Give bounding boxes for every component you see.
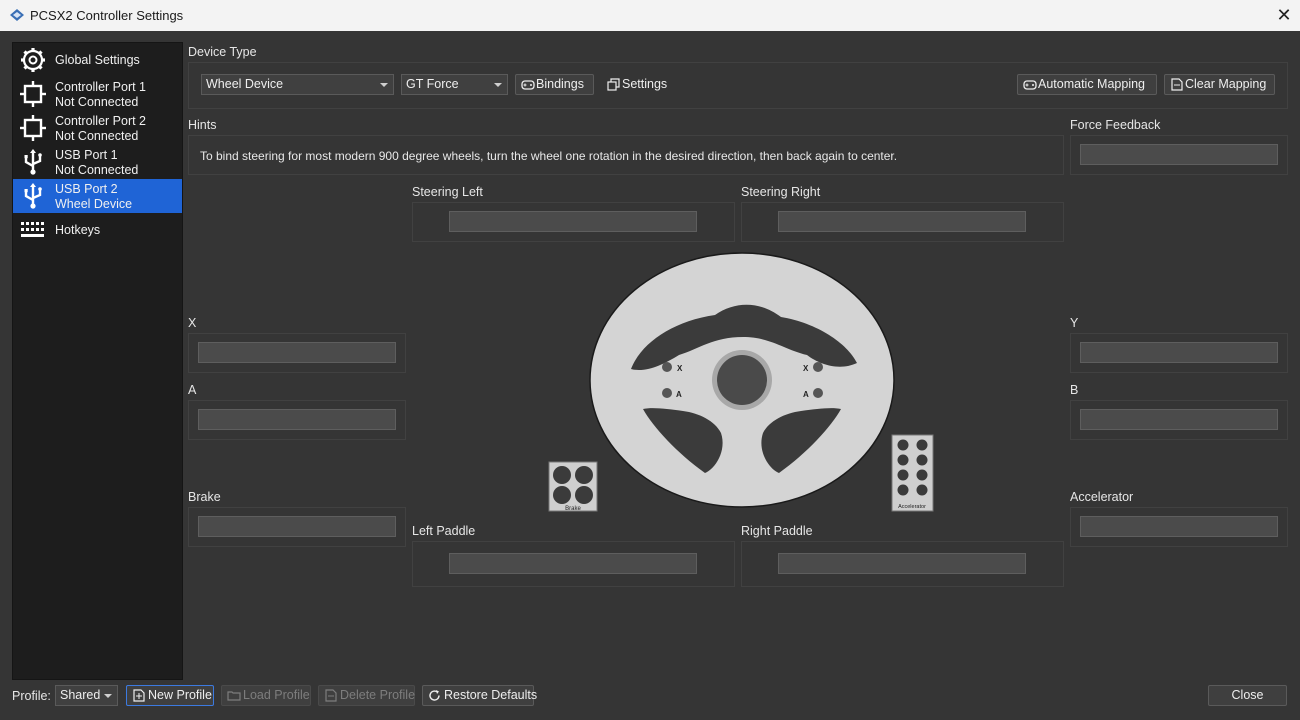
device-type-value: Wheel Device xyxy=(206,77,284,91)
sidebar-item-label: USB Port 2 xyxy=(55,182,118,196)
device-type-label: Device Type xyxy=(188,45,257,59)
folder-icon xyxy=(227,691,241,701)
delete-profile-label: Delete Profile xyxy=(340,688,416,702)
gamepad-icon xyxy=(1023,80,1037,90)
x-binding[interactable] xyxy=(198,342,396,363)
document-icon xyxy=(1171,78,1183,91)
accelerator-label: Accelerator xyxy=(1070,490,1134,504)
bindings-button-label: Bindings xyxy=(536,77,584,91)
left-paddle-binding[interactable] xyxy=(449,553,697,574)
windows-icon xyxy=(607,78,620,91)
steering-left-label: Steering Left xyxy=(412,185,483,199)
usb-icon xyxy=(24,149,42,175)
chevron-down-icon xyxy=(494,83,502,87)
steering-right-label: Steering Right xyxy=(741,185,821,199)
brake-binding[interactable] xyxy=(198,516,396,537)
steering-right-binding[interactable] xyxy=(778,211,1026,232)
title-bar: PCSX2 Controller Settings ✕ xyxy=(0,0,1300,32)
chevron-down-icon xyxy=(380,83,388,87)
remove-document-icon xyxy=(325,689,337,702)
add-document-icon xyxy=(133,689,145,702)
sidebar-item-status: Not Connected xyxy=(55,163,139,177)
bindings-button[interactable]: Bindings xyxy=(515,74,594,95)
b-binding[interactable] xyxy=(1080,409,1278,430)
steering-left-binding[interactable] xyxy=(449,211,697,232)
y-label: Y xyxy=(1070,316,1079,330)
load-profile-label: Load Profile xyxy=(243,688,310,702)
device-subtype-value: GT Force xyxy=(406,77,459,91)
device-type-select[interactable]: Wheel Device xyxy=(201,74,394,95)
gamepad-icon xyxy=(521,80,535,90)
sidebar-item-controller-port-1[interactable]: Controller Port 1 Not Connected xyxy=(13,77,182,111)
usb-icon xyxy=(24,183,42,209)
close-button[interactable]: Close xyxy=(1208,685,1287,706)
restore-icon xyxy=(429,690,440,701)
window-close-button[interactable]: ✕ xyxy=(1268,0,1300,31)
a-label: A xyxy=(188,383,197,397)
accelerator-caption: Accelerator xyxy=(898,504,926,510)
delete-profile-button[interactable]: Delete Profile xyxy=(318,685,415,706)
load-profile-button[interactable]: Load Profile xyxy=(221,685,311,706)
keyboard-icon xyxy=(21,222,44,237)
left-paddle-label: Left Paddle xyxy=(412,524,476,538)
sidebar-item-label: Hotkeys xyxy=(55,223,101,237)
a-binding[interactable] xyxy=(198,409,396,430)
settings-button-label: Settings xyxy=(622,77,668,91)
a-mark-left: A xyxy=(676,390,682,399)
settings-button[interactable]: Settings xyxy=(601,74,671,95)
sidebar-item-label: USB Port 1 xyxy=(55,148,118,162)
close-button-label: Close xyxy=(1231,688,1264,702)
hints-text: To bind steering for most modern 900 deg… xyxy=(200,149,898,163)
automatic-mapping-label: Automatic Mapping xyxy=(1038,77,1146,91)
x-label: X xyxy=(188,316,197,330)
accelerator-binding[interactable] xyxy=(1080,516,1278,537)
brake-pedal-icon: Brake xyxy=(548,461,598,512)
window-title: PCSX2 Controller Settings xyxy=(30,8,184,23)
right-paddle-label: Right Paddle xyxy=(741,524,813,538)
x-mark-left: X xyxy=(677,364,683,373)
steering-wheel-icon: X A X A xyxy=(589,252,895,508)
y-binding[interactable] xyxy=(1080,342,1278,363)
sidebar-item-status: Wheel Device xyxy=(55,197,133,211)
dialog-body: Global Settings Controller Port 1 Not Co… xyxy=(0,31,1300,720)
steering-wheel-illustration: X A X A Brake Accelerator xyxy=(548,252,934,512)
new-profile-button[interactable]: New Profile xyxy=(126,685,214,706)
sidebar-item-label: Controller Port 2 xyxy=(55,114,147,128)
brake-caption: Brake xyxy=(565,506,581,512)
sidebar-item-label: Global Settings xyxy=(55,53,140,67)
profile-value: Shared xyxy=(60,688,101,702)
sidebar-item-label: Controller Port 1 xyxy=(55,80,147,94)
profile-label: Profile: xyxy=(12,689,51,703)
sidebar-item-usb-port-2[interactable]: USB Port 2 Wheel Device xyxy=(13,179,182,213)
restore-defaults-button[interactable]: Restore Defaults xyxy=(422,685,538,706)
gear-icon xyxy=(21,48,45,72)
profile-select[interactable]: Shared xyxy=(55,685,118,706)
chevron-down-icon xyxy=(104,694,112,698)
sidebar: Global Settings Controller Port 1 Not Co… xyxy=(12,42,183,680)
device-subtype-select[interactable]: GT Force xyxy=(401,74,508,95)
brake-label: Brake xyxy=(188,490,221,504)
sidebar-item-usb-port-1[interactable]: USB Port 1 Not Connected xyxy=(13,145,182,179)
pcsx2-logo-icon xyxy=(10,9,24,21)
sidebar-item-status: Not Connected xyxy=(55,95,139,109)
restore-defaults-label: Restore Defaults xyxy=(444,688,538,702)
right-paddle-binding[interactable] xyxy=(778,553,1026,574)
new-profile-label: New Profile xyxy=(148,688,212,702)
controller-port-icon xyxy=(20,81,46,107)
x-mark-right: X xyxy=(803,364,809,373)
sidebar-item-hotkeys[interactable]: Hotkeys xyxy=(13,213,182,247)
force-feedback-binding[interactable] xyxy=(1080,144,1278,165)
automatic-mapping-button[interactable]: Automatic Mapping xyxy=(1017,74,1157,95)
clear-mapping-button[interactable]: Clear Mapping xyxy=(1164,74,1275,95)
controller-port-icon xyxy=(20,115,46,141)
sidebar-item-controller-port-2[interactable]: Controller Port 2 Not Connected xyxy=(13,111,182,145)
sidebar-item-global-settings[interactable]: Global Settings xyxy=(13,43,182,77)
clear-mapping-label: Clear Mapping xyxy=(1185,77,1267,91)
accelerator-pedal-icon: Accelerator xyxy=(891,434,934,512)
sidebar-item-status: Not Connected xyxy=(55,129,139,143)
force-feedback-label: Force Feedback xyxy=(1070,118,1161,132)
b-label: B xyxy=(1070,383,1079,397)
hints-label: Hints xyxy=(188,118,217,132)
a-mark-right: A xyxy=(803,390,809,399)
